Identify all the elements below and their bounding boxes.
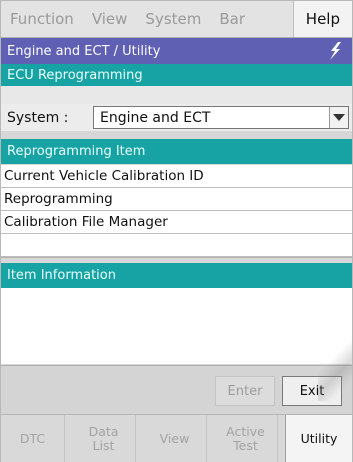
function-tab-bar: DTC Data List View Active Test Utility	[1, 414, 352, 462]
lightning-bolt-icon	[330, 42, 341, 60]
system-select-value: Engine and ECT	[100, 109, 211, 126]
tab-utility-label: Utility	[300, 430, 338, 446]
enter-button[interactable]: Enter	[215, 376, 275, 406]
screen-title: Engine and ECT / Utility	[7, 43, 161, 59]
tab-active-test-line1: Active	[226, 423, 265, 439]
tab-data-list-line1: Data	[88, 423, 119, 439]
menu-function[interactable]: Function	[1, 1, 83, 37]
reprogramming-item-list: Current Vehicle Calibration ID Reprogram…	[1, 165, 352, 258]
list-item-calibration-file-manager[interactable]: Calibration File Manager	[1, 211, 352, 234]
screen-title-bar: Engine and ECT / Utility	[1, 38, 352, 64]
tab-utility[interactable]: Utility	[285, 415, 352, 462]
list-item-calibration-id[interactable]: Current Vehicle Calibration ID	[1, 165, 352, 188]
tab-active-test[interactable]: Active Test	[214, 415, 278, 462]
system-row: System : Engine and ECT	[1, 104, 352, 131]
item-information-panel	[1, 288, 352, 364]
item-information-header: Item Information	[1, 263, 352, 288]
system-select[interactable]: Engine and ECT	[93, 106, 349, 129]
tab-dtc[interactable]: DTC	[1, 415, 65, 462]
tab-data-list-line2: List	[92, 437, 115, 453]
menu-system[interactable]: System	[136, 1, 210, 37]
reprogramming-item-header: Reprogramming Item	[1, 139, 352, 164]
menu-bar: Function View System Bar Help	[1, 1, 352, 38]
dropdown-arrow-icon[interactable]	[329, 107, 348, 128]
list-item-reprogramming[interactable]: Reprogramming	[1, 188, 352, 211]
menu-help[interactable]: Help	[292, 1, 352, 37]
decorative-shading	[318, 331, 352, 401]
tab-dtc-label: DTC	[19, 430, 46, 446]
header-spacer	[1, 86, 352, 104]
system-label: System :	[7, 109, 69, 126]
tab-data-list-label: Data List	[88, 423, 119, 453]
tab-active-test-line2: Test	[233, 437, 258, 453]
button-area: Enter Exit	[1, 365, 352, 414]
app-window: Function View System Bar Help Engine and…	[0, 0, 353, 462]
list-item-empty	[1, 234, 352, 257]
ecu-reprogramming-header: ECU Reprogramming	[1, 64, 352, 86]
menu-bar-item[interactable]: Bar	[210, 1, 254, 37]
menu-view[interactable]: View	[83, 1, 137, 37]
tab-data-list[interactable]: Data List	[72, 415, 136, 462]
tab-active-test-label: Active Test	[226, 423, 265, 453]
tab-view[interactable]: View	[143, 415, 207, 462]
tab-view-label: View	[159, 430, 190, 446]
